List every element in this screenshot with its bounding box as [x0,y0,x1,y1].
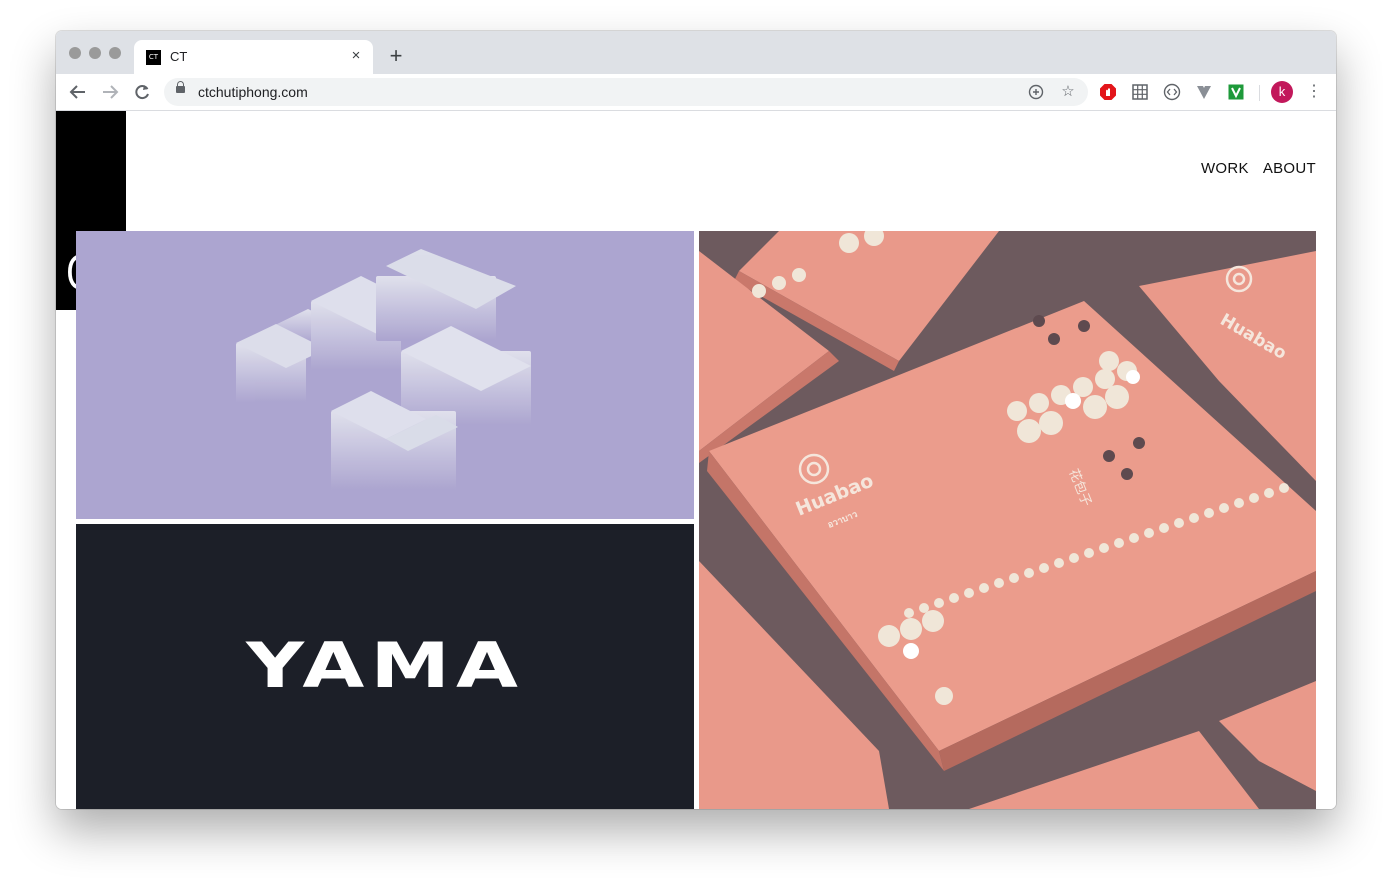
back-arrow-icon[interactable] [67,81,89,103]
maximize-window-button[interactable] [109,47,121,59]
adblock-icon[interactable] [1099,83,1117,101]
tab-active[interactable]: CT CT × [134,40,373,74]
browser-toolbar: ctchutiphong.com ☆ k ⋮ [56,74,1336,111]
huabao-artwork: Huabao อวาบาว Huabao 花包子 [699,231,1316,809]
forward-arrow-icon[interactable] [99,81,121,103]
more-vert-icon[interactable]: ⋮ [1304,81,1324,103]
project-tile-hello[interactable] [76,231,694,519]
favicon-icon: CT [146,50,161,65]
reload-icon[interactable] [131,81,153,103]
close-window-button[interactable] [69,47,81,59]
url-text[interactable]: ctchutiphong.com [198,84,308,100]
yama-logo-text: YAMA [246,629,524,702]
nav-about-link[interactable]: ABOUT [1263,160,1316,177]
code-icon[interactable] [1163,83,1181,101]
star-icon[interactable]: ☆ [1058,82,1078,102]
avatar[interactable]: k [1271,81,1293,103]
address-bar[interactable]: ctchutiphong.com ☆ [164,78,1088,106]
minimize-window-button[interactable] [89,47,101,59]
browser-window: CT CT × + ctchutiphong.com ☆ k ⋮ WORK AB… [56,31,1336,809]
project-tile-yama[interactable]: YAMA [76,524,694,809]
lock-icon[interactable] [176,81,185,93]
add-icon[interactable] [1026,82,1046,102]
grid-icon[interactable] [1131,83,1149,101]
nav-work-link[interactable]: WORK [1201,160,1249,177]
new-tab-button[interactable]: + [384,45,408,69]
v-extension-icon[interactable] [1227,83,1245,101]
vuetify-icon[interactable] [1195,83,1213,101]
hello-artwork [236,249,531,491]
tab-title: CT [170,49,188,64]
toolbar-separator [1259,85,1260,101]
page-viewport: CT WORK ABOUT [56,111,1336,809]
site-nav: WORK ABOUT [1201,160,1316,177]
project-tile-huabao[interactable]: Huabao อวาบาว Huabao 花包子 [699,231,1316,809]
close-tab-button[interactable]: × [347,47,365,65]
tab-strip: CT CT × + [56,31,1336,74]
